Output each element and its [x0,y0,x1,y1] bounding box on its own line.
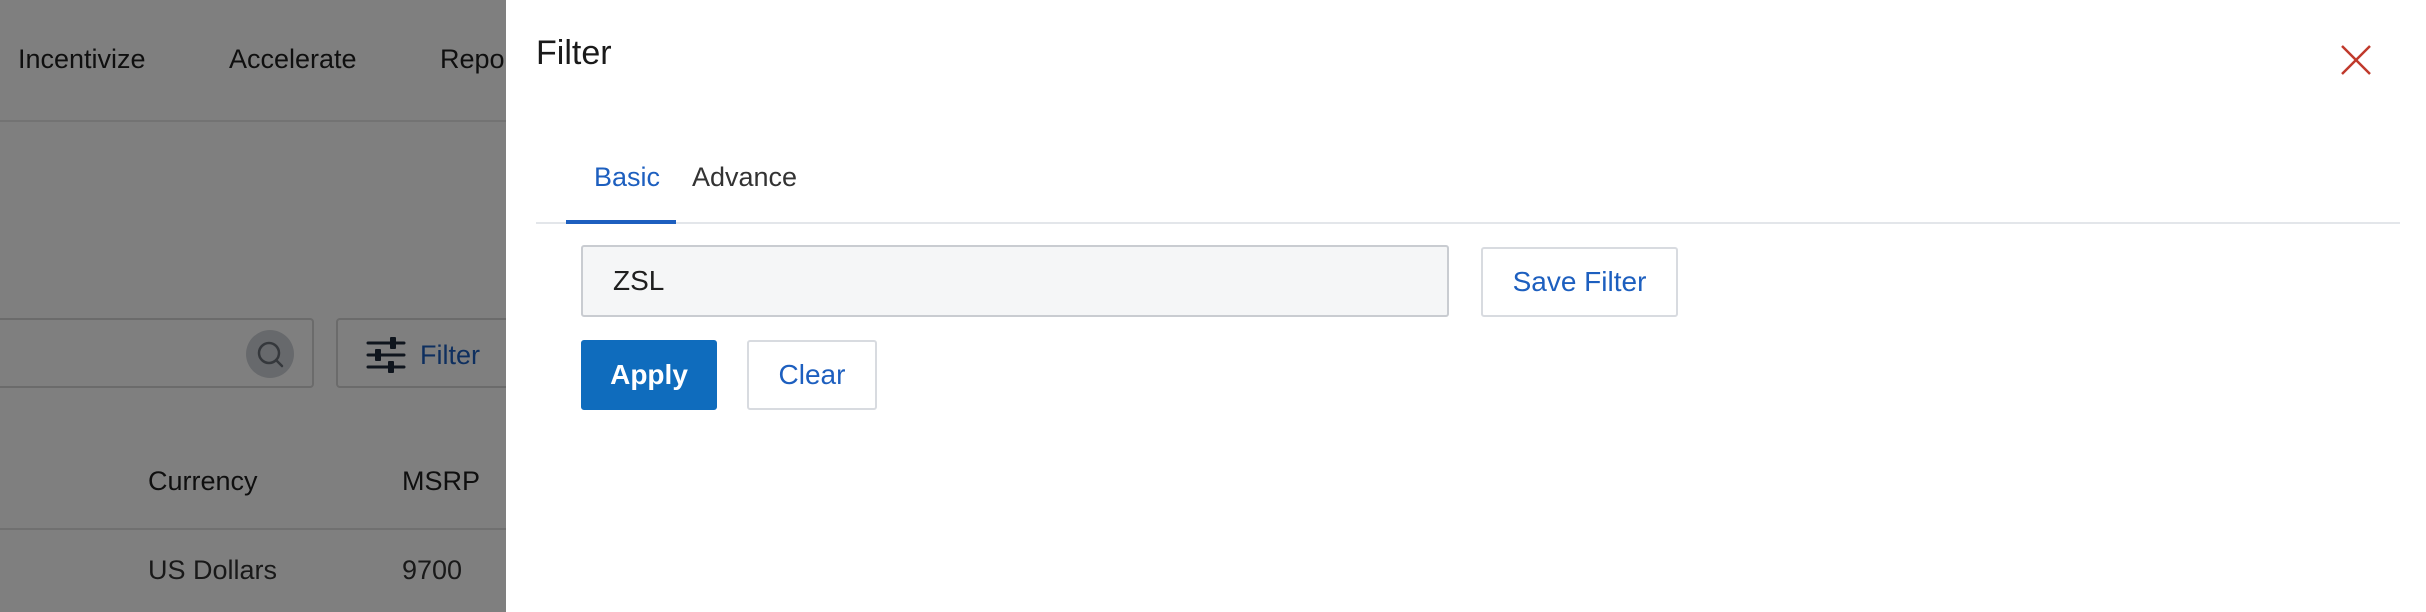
tab-advance[interactable]: Advance [692,162,797,193]
active-tab-indicator [566,220,676,224]
panel-title: Filter [536,34,612,72]
filter-panel: Filter Basic Advance Save Filter Apply C… [506,0,2426,612]
filter-name-input[interactable] [581,245,1449,317]
save-filter-button[interactable]: Save Filter [1481,247,1678,317]
clear-button[interactable]: Clear [747,340,877,410]
filter-tabs: Basic Advance [536,140,2400,224]
apply-button[interactable]: Apply [581,340,717,410]
tab-basic[interactable]: Basic [594,162,660,193]
close-button[interactable] [2336,40,2376,80]
close-icon [2341,45,2371,75]
